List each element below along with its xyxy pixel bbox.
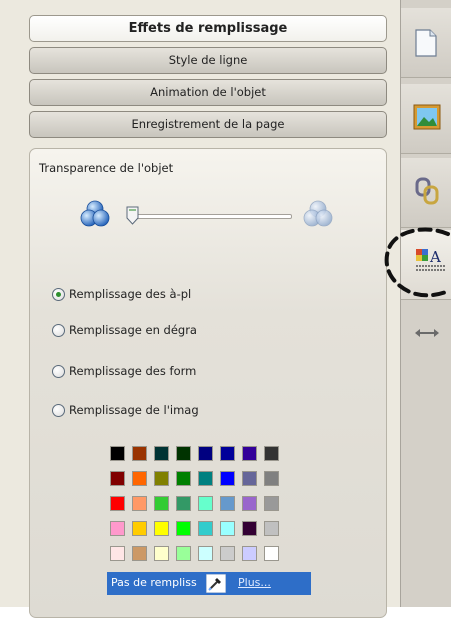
link-button[interactable]	[401, 158, 451, 228]
color-swatch[interactable]	[198, 446, 213, 461]
color-swatch[interactable]	[132, 546, 147, 561]
color-swatch[interactable]	[132, 521, 147, 536]
picture-icon	[413, 104, 441, 130]
chain-link-icon	[415, 177, 439, 205]
fill-option-pattern[interactable]: Remplissage des form	[52, 363, 211, 379]
color-swatch[interactable]	[242, 446, 257, 461]
highlight-circle	[384, 227, 450, 298]
transparency-label: Transparence de l'objet	[39, 161, 174, 175]
tool-rail: A	[400, 0, 451, 607]
color-swatch[interactable]	[220, 496, 235, 511]
fill-option-label: Remplissage des à-pl	[69, 287, 192, 301]
page-saving-header[interactable]: Enregistrement de la page	[29, 111, 387, 138]
fill-bottom-bar: Pas de rempliss Plus...	[107, 572, 311, 595]
transparent-circles-icon	[303, 200, 333, 227]
page-button[interactable]	[401, 8, 451, 78]
color-swatch[interactable]	[198, 521, 213, 536]
opaque-circles-icon	[80, 200, 110, 227]
fill-option-gradient[interactable]: Remplissage en dégra	[52, 322, 211, 338]
color-swatch[interactable]	[176, 546, 191, 561]
color-swatch[interactable]	[242, 471, 257, 486]
color-swatch[interactable]	[198, 496, 213, 511]
color-swatch[interactable]	[242, 546, 257, 561]
fill-effects-panel: Effets de remplissage Style de ligne Ani…	[0, 0, 400, 618]
color-swatch[interactable]	[264, 496, 279, 511]
color-swatch[interactable]	[176, 521, 191, 536]
fill-effects-header[interactable]: Effets de remplissage	[29, 15, 387, 42]
color-swatch[interactable]	[220, 446, 235, 461]
color-swatch[interactable]	[242, 521, 257, 536]
color-swatch[interactable]	[264, 471, 279, 486]
color-swatch[interactable]	[264, 521, 279, 536]
color-swatch[interactable]	[176, 496, 191, 511]
radio-button[interactable]	[52, 323, 65, 337]
fill-option-label: Remplissage en dégra	[69, 323, 197, 337]
color-swatch[interactable]	[154, 546, 169, 561]
more-colors-link[interactable]: Plus...	[238, 576, 271, 589]
page-icon	[415, 29, 437, 57]
color-swatch[interactable]	[198, 471, 213, 486]
radio-button-checked[interactable]	[52, 287, 65, 301]
color-swatch[interactable]	[154, 471, 169, 486]
color-swatch[interactable]	[220, 521, 235, 536]
color-swatch[interactable]	[110, 546, 125, 561]
color-swatch[interactable]	[220, 471, 235, 486]
color-swatch[interactable]	[132, 496, 147, 511]
color-swatch[interactable]	[198, 546, 213, 561]
color-swatch[interactable]	[242, 496, 257, 511]
color-swatch[interactable]	[176, 471, 191, 486]
fill-option-label: Remplissage des form	[69, 364, 197, 378]
color-swatch[interactable]	[154, 521, 169, 536]
transparency-slider-thumb[interactable]	[126, 206, 140, 226]
no-fill-button[interactable]: Pas de rempliss	[111, 576, 197, 589]
color-swatch[interactable]	[154, 496, 169, 511]
fill-option-label: Remplissage de l'imag	[69, 403, 199, 417]
radio-button[interactable]	[52, 364, 65, 378]
radio-button[interactable]	[52, 403, 65, 417]
resize-arrows-icon[interactable]	[414, 326, 440, 340]
color-swatch[interactable]	[110, 496, 125, 511]
color-swatch[interactable]	[264, 546, 279, 561]
color-swatch[interactable]	[132, 471, 147, 486]
line-style-header[interactable]: Style de ligne	[29, 47, 387, 74]
color-swatch[interactable]	[110, 446, 125, 461]
transparency-slider-track[interactable]	[127, 214, 292, 219]
object-animation-header[interactable]: Animation de l'objet	[29, 79, 387, 106]
picture-button[interactable]	[401, 84, 451, 154]
color-swatch[interactable]	[132, 446, 147, 461]
eyedropper-icon[interactable]	[206, 574, 226, 593]
fill-option-solid[interactable]: Remplissage des à-pl	[52, 286, 211, 302]
color-swatch[interactable]	[264, 446, 279, 461]
fill-option-image[interactable]: Remplissage de l'imag	[52, 402, 211, 418]
color-swatch[interactable]	[154, 446, 169, 461]
color-swatch[interactable]	[176, 446, 191, 461]
color-swatch[interactable]	[110, 521, 125, 536]
color-swatch[interactable]	[220, 546, 235, 561]
color-swatch[interactable]	[110, 471, 125, 486]
